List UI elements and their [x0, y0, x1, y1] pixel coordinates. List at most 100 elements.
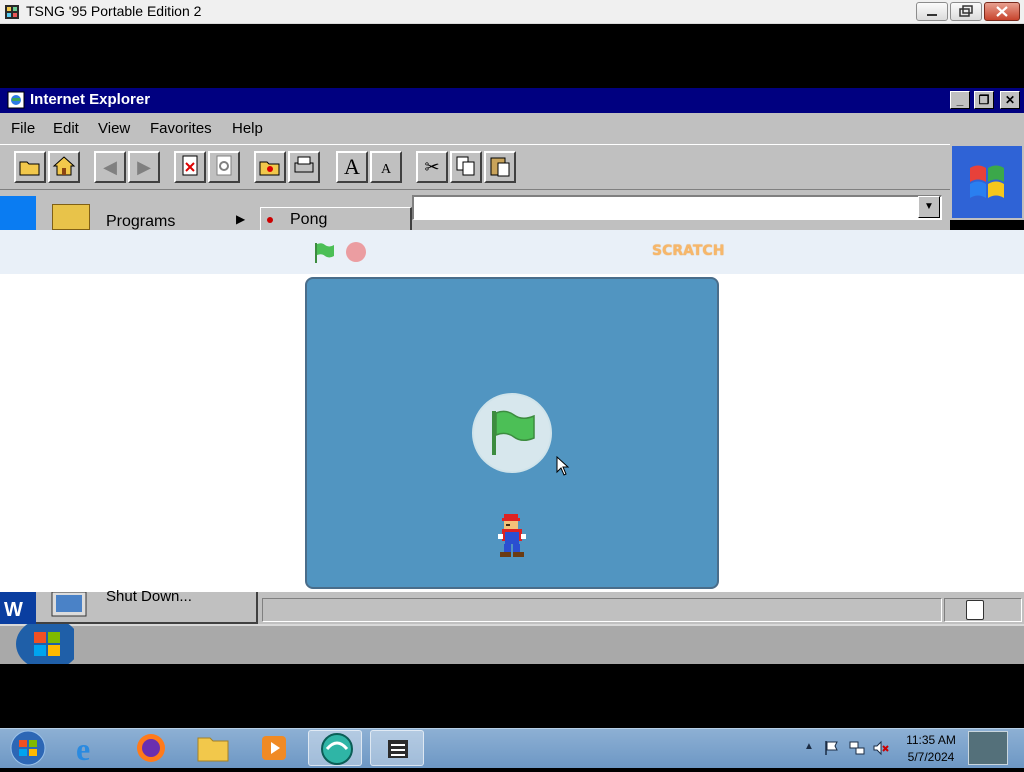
start-menu-programs[interactable]: Programs [106, 213, 175, 231]
home-icon [52, 156, 76, 176]
start-menu-shutdown[interactable]: Shut Down... [106, 588, 192, 605]
taskbar-tsng[interactable] [308, 730, 362, 766]
scratch-logo: SCRATCH [652, 243, 725, 259]
larger-font-icon: A [344, 154, 360, 179]
paste-icon [490, 157, 510, 177]
address-dropdown-button[interactable]: ▼ [918, 196, 940, 218]
menu-view[interactable]: View [98, 120, 130, 137]
ie-toolbar: ◀ ▶ A A ✂ [0, 144, 950, 190]
mario-sprite [498, 514, 526, 557]
ie-icon: e [76, 731, 90, 767]
mouse-cursor-icon [556, 456, 570, 476]
show-desktop-button[interactable] [968, 731, 1008, 765]
copy-button[interactable] [450, 151, 482, 183]
submenu-arrow-icon: ▶ [236, 212, 246, 226]
forward-button[interactable]: ▶ [128, 151, 160, 183]
green-flag-icon [492, 410, 535, 455]
stop-button[interactable] [174, 151, 206, 183]
windows-logo-throbber [950, 144, 1024, 220]
ie-close-button[interactable]: ✕ [1000, 91, 1020, 109]
minimize-icon [927, 14, 937, 16]
submenu-item-pong[interactable] [260, 207, 412, 230]
menu-help[interactable]: Help [232, 120, 263, 137]
back-button[interactable]: ◀ [94, 151, 126, 183]
menu-favorites[interactable]: Favorites [150, 120, 212, 137]
network-icon[interactable] [848, 740, 866, 756]
start-flag-overlay-button[interactable] [472, 393, 552, 473]
tsng-app-icon [321, 733, 353, 765]
stop-icon [182, 155, 198, 176]
svg-text:e: e [76, 731, 90, 766]
restore-icon [959, 5, 973, 17]
start-menu-banner-bottom: W [0, 592, 36, 624]
outer-window-title: TSNG '95 Portable Edition 2 [26, 3, 202, 19]
home-button[interactable] [48, 151, 80, 183]
taskbar-ie[interactable]: e [62, 730, 116, 767]
volume-muted-icon[interactable] [872, 740, 890, 756]
taskbar-media-player[interactable] [248, 730, 302, 766]
emulated-taskbar [0, 624, 1024, 664]
close-icon: ✕ [1004, 93, 1016, 107]
windows-start-button-icon[interactable] [4, 729, 50, 767]
forward-icon: ▶ [137, 157, 151, 177]
close-button[interactable] [984, 2, 1020, 21]
minimize-button[interactable] [916, 2, 948, 21]
explorer-icon [197, 737, 229, 762]
pong-icon [267, 217, 273, 223]
refresh-button[interactable] [208, 151, 240, 183]
copy-icon [456, 156, 475, 176]
address-input[interactable] [412, 195, 942, 220]
stop-sign-icon[interactable] [346, 242, 366, 262]
menu-edit[interactable]: Edit [53, 120, 79, 137]
clock-date[interactable]: 5/7/2024 [900, 750, 962, 764]
terminal-app-icon [388, 740, 408, 758]
outer-window-titlebar[interactable]: TSNG '95 Portable Edition 2 [0, 0, 1024, 24]
chevron-down-icon: ▼ [924, 201, 934, 212]
scratch-controls-bar [0, 230, 1024, 274]
menu-file[interactable]: File [11, 120, 35, 137]
firefox-icon [137, 734, 165, 762]
open-button[interactable] [14, 151, 46, 183]
taskbar-firefox[interactable] [124, 730, 178, 766]
favorites-button[interactable] [254, 151, 286, 183]
smaller-font-button[interactable]: A [370, 151, 402, 183]
ie-title: Internet Explorer [30, 91, 151, 108]
clock-time[interactable]: 11:35 AM [900, 733, 962, 747]
status-text-pane [262, 598, 942, 622]
ie-window-icon [7, 91, 25, 109]
restore-icon: ❐ [978, 93, 990, 107]
minimize-icon: _ [956, 93, 964, 107]
taskbar-terminal[interactable] [370, 730, 424, 766]
ie-minimize-button[interactable]: _ [950, 91, 970, 109]
larger-font-button[interactable]: A [336, 151, 368, 183]
ie-menubar: File Edit View Favorites Help [0, 113, 1024, 144]
refresh-icon [216, 155, 232, 176]
windows-flag-icon [952, 146, 1022, 218]
favorites-folder-icon [259, 161, 280, 176]
cut-icon: ✂ [424, 157, 440, 177]
action-center-flag-icon[interactable] [824, 740, 840, 756]
print-icon [294, 156, 314, 173]
tsng-app-icon [5, 5, 19, 19]
print-button[interactable] [288, 151, 320, 183]
green-flag-icon[interactable] [312, 241, 336, 265]
submenu-item-label: Pong [290, 211, 328, 228]
cut-button[interactable]: ✂ [416, 151, 448, 183]
smaller-font-icon: A [380, 162, 392, 177]
internet-zone-icon [966, 600, 984, 620]
show-hidden-icons-icon[interactable]: ▲ [804, 741, 814, 752]
media-player-icon [262, 736, 286, 760]
back-icon: ◀ [103, 157, 117, 177]
ie-restore-button[interactable]: ❐ [974, 91, 994, 109]
windows-banner-text-icon: W [4, 599, 23, 621]
taskbar-explorer[interactable] [186, 730, 240, 766]
open-folder-icon [19, 161, 40, 176]
programs-folder-icon [52, 204, 90, 230]
paste-button[interactable] [484, 151, 516, 183]
restore-button[interactable] [950, 2, 982, 21]
ie-titlebar[interactable]: Internet Explorer _ ❐ ✕ [0, 88, 1024, 113]
windows-start-orb-icon[interactable] [8, 624, 74, 664]
svg-text:W: W [4, 599, 23, 621]
start-menu-banner [0, 196, 36, 230]
shutdown-computer-icon [51, 592, 87, 617]
